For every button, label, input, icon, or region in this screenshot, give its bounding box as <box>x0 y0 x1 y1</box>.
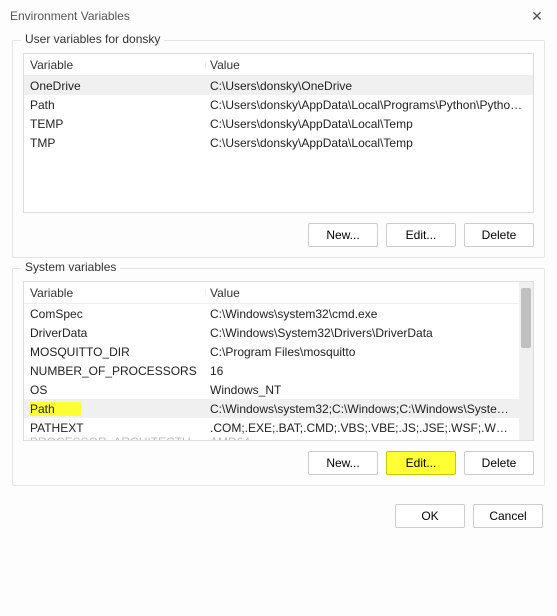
list-item[interactable]: NUMBER_OF_PROCESSORS 16 <box>24 361 519 380</box>
system-variables-group: System variables Variable Value ComSpec … <box>12 268 545 486</box>
system-edit-button[interactable]: Edit... <box>386 451 456 475</box>
system-list-header: Variable Value <box>24 282 519 304</box>
user-delete-button[interactable]: Delete <box>464 223 534 247</box>
list-item[interactable]: TEMP C:\Users\donsky\AppData\Local\Temp <box>24 114 533 133</box>
col-value[interactable]: Value <box>210 58 527 72</box>
list-item[interactable]: PATHEXT .COM;.EXE;.BAT;.CMD;.VBS;.VBE;.J… <box>24 418 519 437</box>
list-item[interactable]: DriverData C:\Windows\System32\Drivers\D… <box>24 323 519 342</box>
list-item[interactable]: TMP C:\Users\donsky\AppData\Local\Temp <box>24 133 533 152</box>
system-legend: System variables <box>21 260 120 274</box>
highlighted-name: Path <box>30 402 81 416</box>
col-variable[interactable]: Variable <box>30 286 210 300</box>
user-legend: User variables for donsky <box>21 32 164 46</box>
close-icon[interactable]: ✕ <box>527 6 547 26</box>
list-item-truncated[interactable]: PROCESSOR_ARCHITECTU AMD64 <box>24 437 519 440</box>
user-list-header: Variable Value <box>24 54 533 76</box>
user-variables-list[interactable]: Variable Value OneDrive C:\Users\donsky\… <box>23 53 534 213</box>
system-delete-button[interactable]: Delete <box>464 451 534 475</box>
list-item[interactable]: ComSpec C:\Windows\system32\cmd.exe <box>24 304 519 323</box>
user-new-button[interactable]: New... <box>308 223 378 247</box>
scrollbar[interactable] <box>519 282 533 440</box>
window-title: Environment Variables <box>10 9 130 23</box>
user-edit-button[interactable]: Edit... <box>386 223 456 247</box>
list-item[interactable]: OS Windows_NT <box>24 380 519 399</box>
system-variables-list[interactable]: Variable Value ComSpec C:\Windows\system… <box>23 281 534 441</box>
ok-button[interactable]: OK <box>395 504 465 528</box>
user-variables-group: User variables for donsky Variable Value… <box>12 40 545 258</box>
list-item[interactable]: Path C:\Users\donsky\AppData\Local\Progr… <box>24 95 533 114</box>
col-variable[interactable]: Variable <box>30 58 210 72</box>
scrollbar-thumb[interactable] <box>521 288 531 348</box>
list-item[interactable]: OneDrive C:\Users\donsky\OneDrive <box>24 76 533 95</box>
cancel-button[interactable]: Cancel <box>473 504 543 528</box>
col-value[interactable]: Value <box>210 286 513 300</box>
system-new-button[interactable]: New... <box>308 451 378 475</box>
list-item-path[interactable]: Path C:\Windows\system32;C:\Windows;C:\W… <box>24 399 519 418</box>
list-item[interactable]: MOSQUITTO_DIR C:\Program Files\mosquitto <box>24 342 519 361</box>
